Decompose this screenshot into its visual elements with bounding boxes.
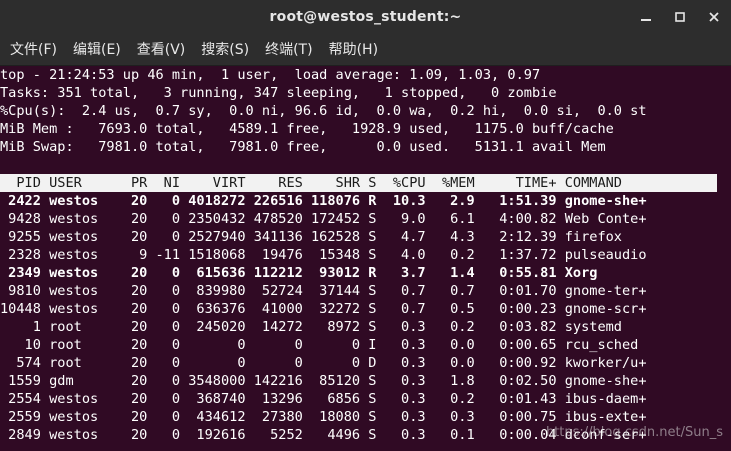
menu-edit[interactable]: 编辑(E) [67, 39, 127, 59]
process-row: 9428 westos 20 0 2350432 478520 172452 S… [0, 211, 647, 227]
top-uptime-line: top - 21:24:53 up 46 min, 1 user, load a… [0, 67, 541, 83]
process-row: 9810 westos 20 0 839980 52724 37144 S 0.… [0, 283, 647, 299]
menu-bar: 文件(F) 编辑(E) 查看(V) 搜索(S) 终端(T) 帮助(H) [0, 33, 731, 66]
top-mem-line: MiB Mem : 7693.0 total, 4589.1 free, 192… [0, 121, 614, 137]
terminal-window: root@westos_student:~ 文件(F) 编辑(E) 查看(V) … [0, 0, 731, 451]
menu-view[interactable]: 查看(V) [131, 39, 192, 59]
menu-terminal[interactable]: 终端(T) [259, 39, 318, 59]
close-icon [709, 11, 719, 22]
menu-help[interactable]: 帮助(H) [323, 39, 384, 59]
window-title: root@westos_student:~ [269, 8, 462, 25]
menu-search[interactable]: 搜索(S) [195, 39, 255, 59]
terminal-scrollbar[interactable] [717, 66, 731, 451]
maximize-icon [675, 11, 685, 22]
process-row: 2559 westos 20 0 434612 27380 18080 S 0.… [0, 409, 647, 425]
minimize-icon [641, 18, 651, 21]
process-row: 10448 westos 20 0 636376 41000 32272 S 0… [0, 301, 647, 317]
process-row: 2349 westos 20 0 615636 112212 93012 R 3… [0, 265, 598, 281]
process-row: 9255 westos 20 0 2527940 341136 162528 S… [0, 229, 622, 245]
watermark: https://blog.csdn.net/Sun_s [545, 425, 723, 440]
maximize-button[interactable] [663, 0, 697, 33]
minimize-button[interactable] [629, 0, 663, 33]
process-row: 574 root 20 0 0 0 0 D 0.3 0.0 0:00.92 kw… [0, 355, 647, 371]
title-bar[interactable]: root@westos_student:~ [0, 0, 731, 33]
process-row: 2422 westos 20 0 4018272 226516 118076 R… [0, 193, 647, 209]
process-row: 2554 westos 20 0 368740 13296 6856 S 0.3… [0, 391, 647, 407]
menu-file[interactable]: 文件(F) [4, 39, 63, 59]
process-row: 2328 westos 9 -11 1518068 19476 15348 S … [0, 247, 647, 263]
process-row: 1559 gdm 20 0 3548000 142216 85120 S 0.3… [0, 373, 647, 389]
top-cpu-line: %Cpu(s): 2.4 us, 0.7 sy, 0.0 ni, 96.6 id… [0, 103, 647, 119]
window-controls [629, 0, 731, 33]
top-swap-line: MiB Swap: 7981.0 total, 7981.0 free, 0.0… [0, 139, 606, 155]
top-tasks-line: Tasks: 351 total, 3 running, 347 sleepin… [0, 85, 557, 101]
close-button[interactable] [697, 0, 731, 33]
terminal-output[interactable]: top - 21:24:53 up 46 min, 1 user, load a… [0, 66, 731, 451]
process-table-body: 2422 westos 20 0 4018272 226516 118076 R… [0, 192, 731, 444]
process-table-header: PID USER PR NI VIRT RES SHR S %CPU %MEM … [0, 174, 717, 192]
process-row: 1 root 20 0 245020 14272 8972 S 0.3 0.2 … [0, 319, 622, 335]
process-row: 10 root 20 0 0 0 0 I 0.3 0.0 0:00.65 rcu… [0, 337, 639, 353]
